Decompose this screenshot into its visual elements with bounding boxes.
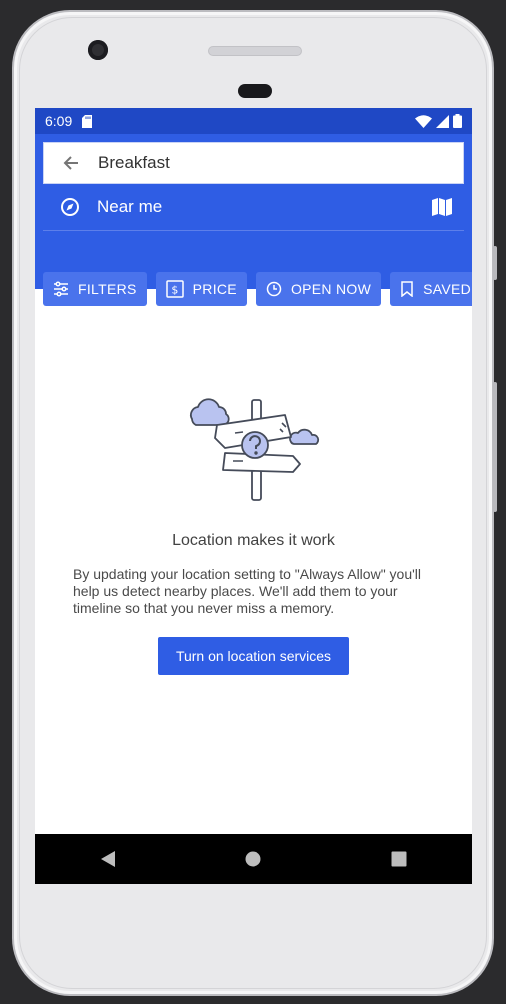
cell-signal-icon xyxy=(436,114,449,128)
empty-state-description: By updating your location setting to "Al… xyxy=(73,566,422,616)
search-query: Breakfast xyxy=(98,153,170,172)
volume-button xyxy=(493,246,497,280)
signpost-illustration xyxy=(190,398,320,501)
empty-state-title: Location makes it work xyxy=(172,532,335,549)
nav-home-icon xyxy=(245,851,261,867)
wifi-icon xyxy=(415,114,432,128)
sd-card-icon xyxy=(82,114,93,128)
arrow-back-icon xyxy=(63,156,78,170)
cloud-right xyxy=(289,428,320,445)
status-time: 6:09 xyxy=(45,113,73,129)
map-view-button[interactable] xyxy=(420,197,464,217)
search-app-bar: Breakfast Near me FILTERS $ PRICE OPEN N… xyxy=(35,134,472,306)
earpiece-speaker xyxy=(208,46,302,56)
location-row[interactable]: Near me xyxy=(43,184,464,231)
back-button[interactable] xyxy=(44,155,98,171)
front-camera xyxy=(88,40,108,60)
nav-recents-button[interactable] xyxy=(369,834,429,884)
nav-recents-icon xyxy=(391,851,407,867)
device-screen: 6:09 Breakfast Near me FILTERS $ PRICE O… xyxy=(35,108,472,884)
nav-back-button[interactable] xyxy=(78,834,138,884)
system-navigation-bar xyxy=(35,834,472,884)
cloud-left xyxy=(190,398,230,426)
nav-home-button[interactable] xyxy=(223,834,283,884)
empty-state: Location makes it work By updating your … xyxy=(35,289,472,834)
battery-icon xyxy=(453,114,462,128)
nav-back-icon xyxy=(100,851,115,867)
map-icon xyxy=(432,198,452,216)
compass-icon xyxy=(61,198,79,216)
location-label: Near me xyxy=(97,197,163,216)
turn-on-location-button[interactable]: Turn on location services xyxy=(158,637,349,675)
power-button xyxy=(493,382,497,512)
proximity-sensor xyxy=(238,84,272,98)
search-field[interactable]: Breakfast xyxy=(43,142,464,184)
status-bar: 6:09 xyxy=(35,108,472,134)
